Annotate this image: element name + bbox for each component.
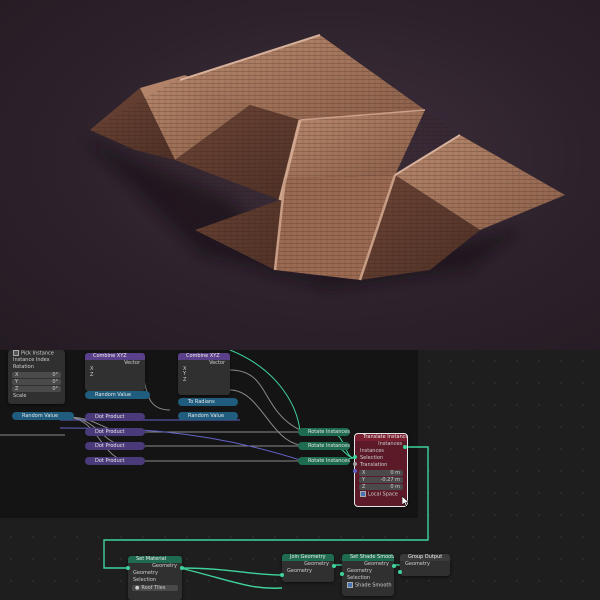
random-value-node-3[interactable]: Random Value — [178, 412, 238, 420]
translation-x-label: X — [362, 470, 366, 476]
translation-y-value: -0.27 m — [380, 477, 400, 483]
rotation-label: Rotation — [13, 364, 34, 370]
group-output-node[interactable]: Group Output Geometry — [400, 554, 450, 576]
translate-instances-node[interactable]: Translate Instances Instances Instances … — [354, 433, 408, 507]
to-radians-node[interactable]: To Radians — [178, 398, 238, 406]
translation-y-label: Y — [362, 477, 366, 483]
scale-label: Scale — [13, 393, 27, 399]
dot-product-node-3[interactable]: Dot Product — [85, 442, 145, 450]
combine-xyz-2-z: Z — [183, 377, 187, 383]
translation-z-label: Z — [362, 484, 366, 490]
join-geometry-node[interactable]: Join Geometry Geometry Geometry — [282, 554, 334, 582]
translation-y-field[interactable]: Y -0.27 m — [359, 477, 403, 483]
rotate-instances-node-3[interactable]: Rotate Instances — [298, 457, 350, 465]
set-material-geometry-output: Geometry — [152, 563, 177, 569]
rotate-instances-node-1[interactable]: Rotate Instances — [298, 428, 350, 436]
shade-smooth-option[interactable]: Shade Smooth — [342, 582, 394, 589]
translate-instances-title: Translate Instances — [355, 434, 407, 441]
set-material-output-socket[interactable] — [180, 566, 184, 570]
group-output-title: Group Output — [400, 554, 450, 561]
pick-instance-checkbox[interactable] — [13, 350, 19, 356]
set-material-selection-input: Selection — [133, 577, 157, 583]
translation-z-value: 0 m — [390, 484, 400, 490]
local-space-checkbox[interactable] — [360, 491, 366, 497]
instance-index-label: Instance Index — [13, 357, 50, 363]
combine-xyz-node-1[interactable]: Combine XYZ Vector X Z — [85, 353, 145, 391]
set-material-title: Set Material — [128, 556, 182, 563]
rotation-z-field[interactable]: Z 0° — [12, 386, 61, 392]
rotation-x-value: 0° — [52, 372, 58, 378]
translate-translation-socket[interactable] — [353, 469, 357, 473]
dot-product-node-2[interactable]: Dot Product — [85, 428, 145, 436]
shade-input-socket[interactable] — [340, 572, 344, 576]
dot-product-node-1[interactable]: Dot Product — [85, 413, 145, 421]
rotation-y-field[interactable]: Y 0° — [12, 379, 61, 385]
set-shade-smooth-geometry-input: Geometry — [347, 568, 372, 574]
local-space-option[interactable]: Local Space — [355, 491, 407, 498]
group-output-socket[interactable] — [398, 570, 402, 574]
translation-x-field[interactable]: X 0 m — [359, 470, 403, 476]
rotation-z-value: 0° — [52, 386, 58, 392]
translate-selection-socket[interactable] — [353, 462, 357, 466]
group-output-geometry-input: Geometry — [405, 561, 430, 567]
join-geometry-input: Geometry — [287, 568, 312, 574]
join-input-socket[interactable] — [280, 573, 284, 577]
set-shade-smooth-selection-input: Selection — [347, 575, 371, 581]
pick-instance-option[interactable]: Pick Instance — [8, 350, 65, 357]
random-value-node-1[interactable]: Random Value — [85, 391, 150, 399]
rotation-y-label: Y — [15, 379, 19, 385]
translate-selection-input: Selection — [360, 455, 384, 461]
combine-xyz-1-z: Z — [90, 372, 94, 378]
rotation-x-label: X — [15, 372, 19, 378]
dot-product-node-4[interactable]: Dot Product — [85, 457, 145, 465]
translation-x-value: 0 m — [390, 470, 400, 476]
set-material-node[interactable]: Set Material Geometry Geometry Selection… — [128, 556, 182, 600]
material-name: Roof Tiles — [141, 585, 166, 591]
combine-xyz-node-2[interactable]: Combine XYZ Vector X Y Z — [178, 353, 230, 395]
translate-input-socket[interactable] — [353, 455, 357, 459]
join-geometry-output: Geometry — [304, 561, 329, 567]
translation-z-field[interactable]: Z 0 m — [359, 484, 403, 490]
translation-label: Translation — [360, 462, 388, 468]
set-shade-smooth-title: Set Shade Smooth — [342, 554, 394, 561]
join-output-socket[interactable] — [332, 564, 336, 568]
set-material-geometry-input: Geometry — [133, 570, 158, 576]
mouse-cursor-icon — [402, 496, 410, 507]
translate-instances-output: Instances — [378, 441, 402, 447]
combine-xyz-2-title: Combine XYZ — [178, 353, 230, 360]
translate-instances-input: Instances — [360, 448, 384, 454]
rotate-instances-node-2[interactable]: Rotate Instances — [298, 442, 350, 450]
local-space-label: Local Space — [368, 491, 398, 498]
node-editor[interactable]: Pick Instance Instance Index Rotation X 0… — [0, 350, 600, 600]
rotation-y-value: 0° — [52, 379, 58, 385]
set-shade-smooth-node[interactable]: Set Shade Smooth Geometry Geometry Selec… — [342, 554, 394, 596]
material-icon: ● — [135, 585, 140, 591]
rotation-x-field[interactable]: X 0° — [12, 372, 61, 378]
translate-output-socket[interactable] — [403, 445, 407, 449]
random-value-node-2[interactable]: Random Value — [12, 412, 74, 420]
set-material-input-socket[interactable] — [126, 566, 130, 570]
pick-instance-label: Pick Instance — [21, 350, 54, 357]
shade-smooth-label: Shade Smooth — [355, 582, 392, 589]
shade-output-socket[interactable] — [392, 564, 396, 568]
material-selector[interactable]: ● Roof Tiles — [132, 585, 178, 591]
shade-smooth-checkbox[interactable] — [347, 582, 353, 588]
set-shade-smooth-output: Geometry — [364, 561, 389, 567]
3d-viewport[interactable] — [0, 0, 600, 350]
combine-xyz-1-vector: Vector — [124, 360, 140, 366]
join-geometry-title: Join Geometry — [282, 554, 334, 561]
roof-model-render — [85, 34, 565, 290]
rotation-z-label: Z — [15, 386, 19, 392]
instance-on-points-node[interactable]: Pick Instance Instance Index Rotation X 0… — [8, 350, 65, 404]
combine-xyz-1-title: Combine XYZ — [85, 353, 145, 360]
